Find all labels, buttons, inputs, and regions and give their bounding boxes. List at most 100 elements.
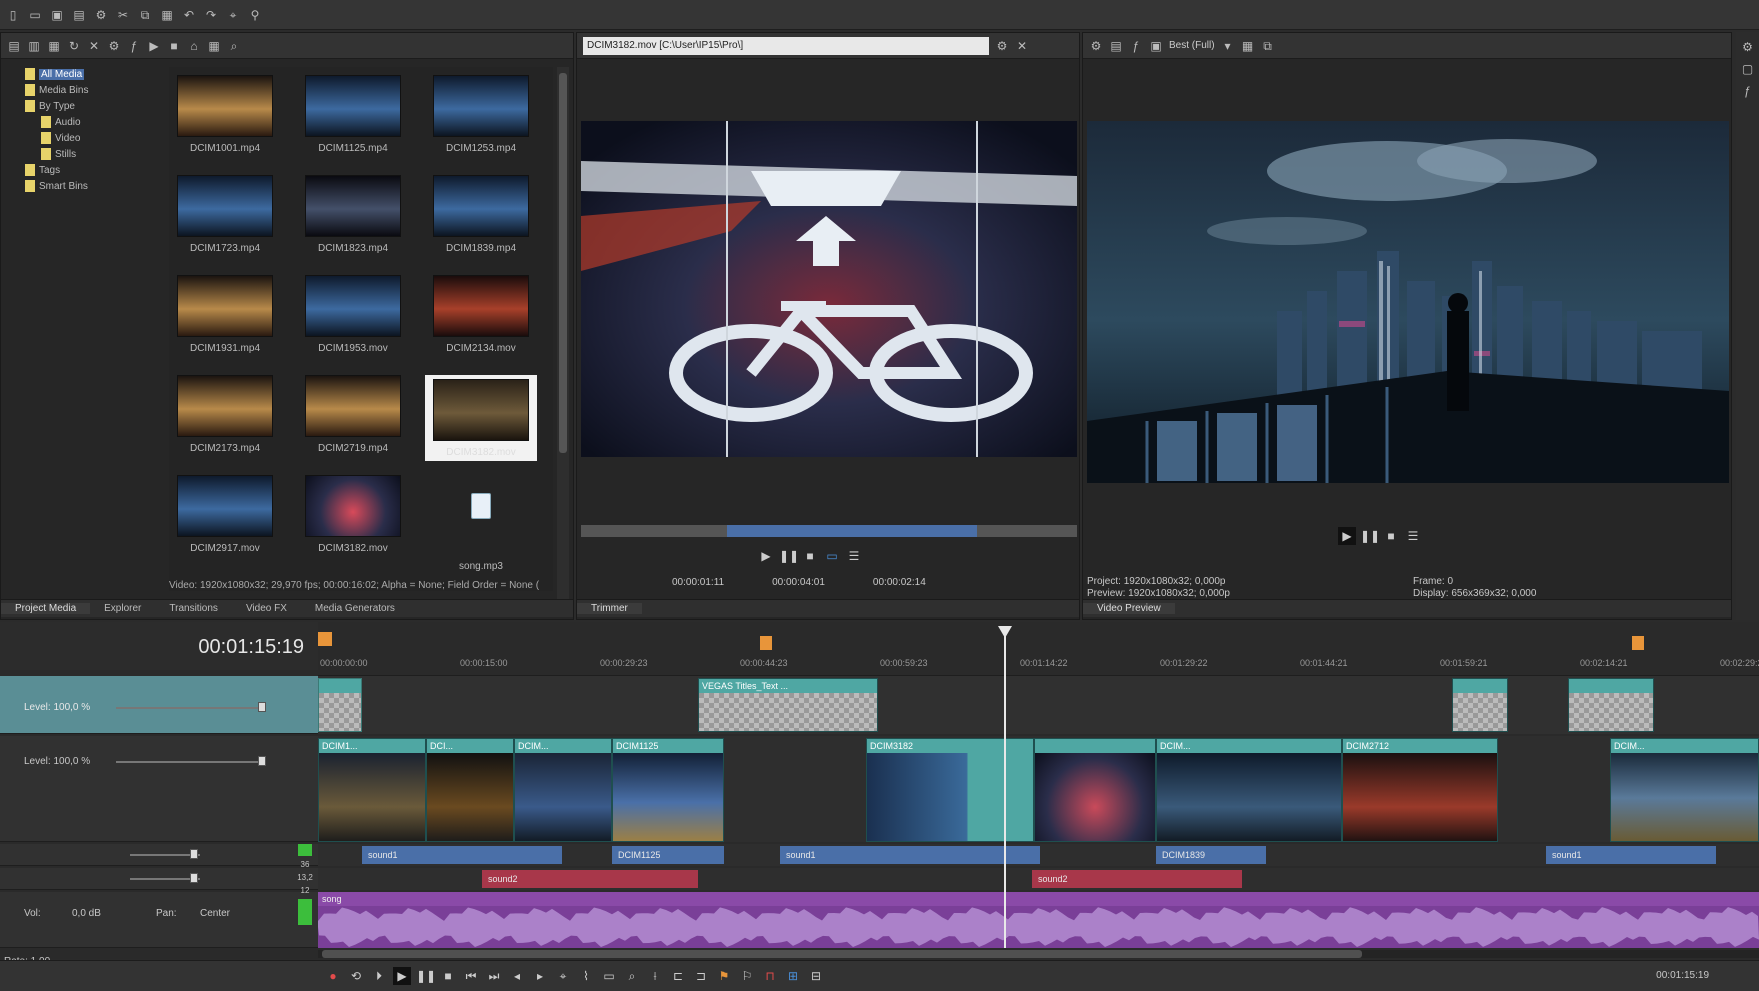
selection-tool-icon[interactable]: ▭ (600, 967, 618, 985)
trimmer-settings-icon[interactable]: ⚙ (995, 39, 1009, 53)
copy-icon[interactable]: ⧉ (138, 8, 152, 22)
cut-icon[interactable]: ✂ (116, 8, 130, 22)
video-clip[interactable]: DCIM3182 (866, 738, 1034, 842)
media-thumbnail[interactable]: DCIM1953.mov (297, 275, 409, 361)
playhead[interactable] (1004, 628, 1006, 948)
overlays-icon[interactable]: ▦ (1241, 39, 1255, 53)
video-clip[interactable]: DCI... (426, 738, 514, 842)
audio-clip[interactable]: DCIM1125 (612, 846, 724, 864)
media-thumbnail[interactable]: DCIM1125.mp4 (297, 75, 409, 161)
media-thumbnail[interactable]: DCIM3182.mov (425, 375, 537, 461)
record-icon[interactable]: ● (324, 967, 342, 985)
pan-value[interactable]: Center (200, 908, 230, 919)
import-media-icon[interactable]: ▤ (7, 39, 21, 53)
zoom-tool-icon[interactable]: ⌕ (623, 967, 641, 985)
get-media-icon[interactable]: ▦ (47, 39, 61, 53)
properties-icon[interactable]: ⚙ (94, 8, 108, 22)
trimmer-remove-icon[interactable]: ✕ (1015, 39, 1029, 53)
tag-icon[interactable]: ⌂ (187, 39, 201, 53)
menu-icon[interactable]: ☰ (845, 547, 863, 565)
loop-icon[interactable]: ⟲ (347, 967, 365, 985)
overlay-clip[interactable] (318, 678, 362, 732)
stop-icon[interactable]: ■ (439, 967, 457, 985)
tree-item[interactable]: By Type (11, 99, 161, 115)
link-icon[interactable]: ⚲ (248, 8, 262, 22)
tree-item[interactable]: Tags (11, 163, 161, 179)
marker-icon[interactable] (760, 636, 772, 650)
copy-snapshot-icon[interactable]: ⧉ (1261, 39, 1275, 53)
marker-icon[interactable]: ⚑ (715, 967, 733, 985)
tab-transitions[interactable]: Transitions (155, 603, 232, 614)
tree-item[interactable]: Media Bins (11, 83, 161, 99)
video-clip[interactable]: DCIM... (514, 738, 612, 842)
video-fx-icon[interactable]: ƒ (1129, 39, 1143, 53)
timeline-ruler[interactable]: 00:00:00:00 00:00:15:00 00:00:29:23 00:00:4… (318, 622, 1759, 676)
overlay-clip[interactable] (1452, 678, 1508, 732)
timeline-scrollbar[interactable] (318, 950, 1759, 958)
lock-envelopes-icon[interactable]: ⊟ (807, 967, 825, 985)
trim-end-icon[interactable]: ⊐ (692, 967, 710, 985)
video-clip[interactable] (1034, 738, 1156, 842)
save-as-icon[interactable]: ▤ (72, 8, 86, 22)
video-clip[interactable]: DCIM... (1156, 738, 1342, 842)
go-to-end-icon[interactable]: ⏭ (485, 967, 503, 985)
go-to-start-icon[interactable]: ⏮ (462, 967, 480, 985)
track-header-overlay[interactable]: Level: 100,0 % (0, 676, 318, 734)
tree-item[interactable]: All Media (11, 67, 161, 83)
media-thumbnail[interactable]: song.mp3 (425, 475, 537, 572)
tree-item[interactable]: Smart Bins (11, 179, 161, 195)
audio-clip[interactable]: sound1 (362, 846, 562, 864)
split-icon[interactable]: ⟊ (646, 967, 664, 985)
music-clip[interactable]: song (318, 892, 1759, 948)
refresh-icon[interactable]: ↻ (67, 39, 81, 53)
auto-ripple-icon[interactable]: ⊞ (784, 967, 802, 985)
paste-icon[interactable]: ▦ (160, 8, 174, 22)
media-thumbnail[interactable]: DCIM1931.mp4 (169, 275, 281, 361)
media-thumbnail[interactable]: DCIM2917.mov (169, 475, 281, 561)
save-icon[interactable]: ▣ (50, 8, 64, 22)
menu-icon[interactable]: ☰ (1404, 527, 1422, 545)
new-project-icon[interactable]: ▯ (6, 8, 20, 22)
audio-clip[interactable]: DCIM1839 (1156, 846, 1266, 864)
video-clip[interactable]: DCIM1125 (612, 738, 724, 842)
open-icon[interactable]: ▭ (28, 8, 42, 22)
marker-icon[interactable] (1632, 636, 1644, 650)
media-thumbnail[interactable]: DCIM2173.mp4 (169, 375, 281, 461)
zoom-icon[interactable]: ⌕ (227, 39, 241, 53)
media-thumbnail[interactable]: DCIM2134.mov (425, 275, 537, 361)
stop-icon[interactable]: ■ (801, 547, 819, 565)
media-scrollbar[interactable] (557, 67, 569, 613)
stop-icon[interactable]: ■ (1382, 527, 1400, 545)
loop-icon[interactable]: ▭ (823, 547, 841, 565)
snap-icon[interactable]: ⌖ (226, 8, 240, 22)
split-screen-icon[interactable]: ▣ (1149, 39, 1163, 53)
video-clip[interactable]: DCIM2712 (1342, 738, 1498, 842)
tree-item[interactable]: Audio (11, 115, 161, 131)
pause-icon[interactable]: ❚❚ (416, 967, 436, 985)
play-icon[interactable]: ▶ (1338, 527, 1356, 545)
overlay-clip[interactable] (1568, 678, 1654, 732)
audio1-slider[interactable] (190, 849, 198, 859)
media-thumbnail[interactable]: DCIM1253.mp4 (425, 75, 537, 161)
media-thumbnail[interactable]: DCIM1723.mp4 (169, 175, 281, 261)
audio-clip[interactable]: sound1 (1546, 846, 1716, 864)
media-fx-icon[interactable]: ƒ (127, 39, 141, 53)
track-header-audio1[interactable] (0, 844, 318, 866)
tab-media-generators[interactable]: Media Generators (301, 603, 409, 614)
title-clip[interactable]: VEGAS Titles_Text ... (698, 678, 878, 732)
play-from-start-icon[interactable]: ⏵ (370, 967, 388, 985)
video-clip[interactable]: DCIM... (1610, 738, 1759, 842)
track-header-music[interactable]: Vol: 0,0 dB Pan: Center (0, 892, 318, 948)
remove-icon[interactable]: ✕ (87, 39, 101, 53)
audio-clip[interactable]: sound1 (780, 846, 1040, 864)
track-header-video[interactable]: Level: 100,0 % (0, 736, 318, 842)
overlay-level-slider[interactable] (258, 702, 266, 712)
media-thumbnail[interactable]: DCIM1001.mp4 (169, 75, 281, 161)
play-icon[interactable]: ▶ (393, 967, 411, 985)
play-icon[interactable]: ▶ (757, 547, 775, 565)
media-thumbnail[interactable]: DCIM1823.mp4 (297, 175, 409, 261)
audio-clip[interactable]: sound2 (482, 870, 698, 888)
pause-icon[interactable]: ❚❚ (779, 547, 799, 565)
tab-project-media[interactable]: Project Media (1, 603, 91, 614)
audio-clip[interactable]: sound2 (1032, 870, 1242, 888)
